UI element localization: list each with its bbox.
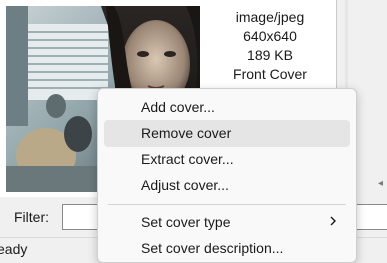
filter-label: Filter: (14, 209, 49, 225)
menu-item-extract-cover[interactable]: Extract cover... (104, 146, 350, 173)
menu-item-label: Set cover description... (141, 240, 284, 256)
cover-context-menu: Add cover... Remove cover Extract cover.… (97, 88, 357, 263)
menu-item-add-cover[interactable]: Add cover... (104, 94, 350, 121)
status-text: eady (0, 241, 28, 257)
scroll-arrow-icon[interactable]: ◂ (378, 178, 383, 189)
chevron-right-icon (330, 216, 336, 226)
menu-item-label: Remove cover (141, 125, 232, 141)
menu-separator (108, 204, 346, 205)
menu-item-adjust-cover[interactable]: Adjust cover... (104, 172, 350, 199)
menu-item-set-cover-description[interactable]: Set cover description... (104, 235, 350, 262)
menu-item-label: Adjust cover... (141, 177, 229, 193)
menu-item-label: Extract cover... (141, 151, 234, 167)
menu-item-remove-cover[interactable]: Remove cover (104, 120, 350, 147)
menu-item-set-cover-type[interactable]: Set cover type (104, 209, 350, 236)
menu-item-label: Add cover... (141, 99, 215, 115)
menu-item-label: Set cover type (141, 214, 231, 230)
